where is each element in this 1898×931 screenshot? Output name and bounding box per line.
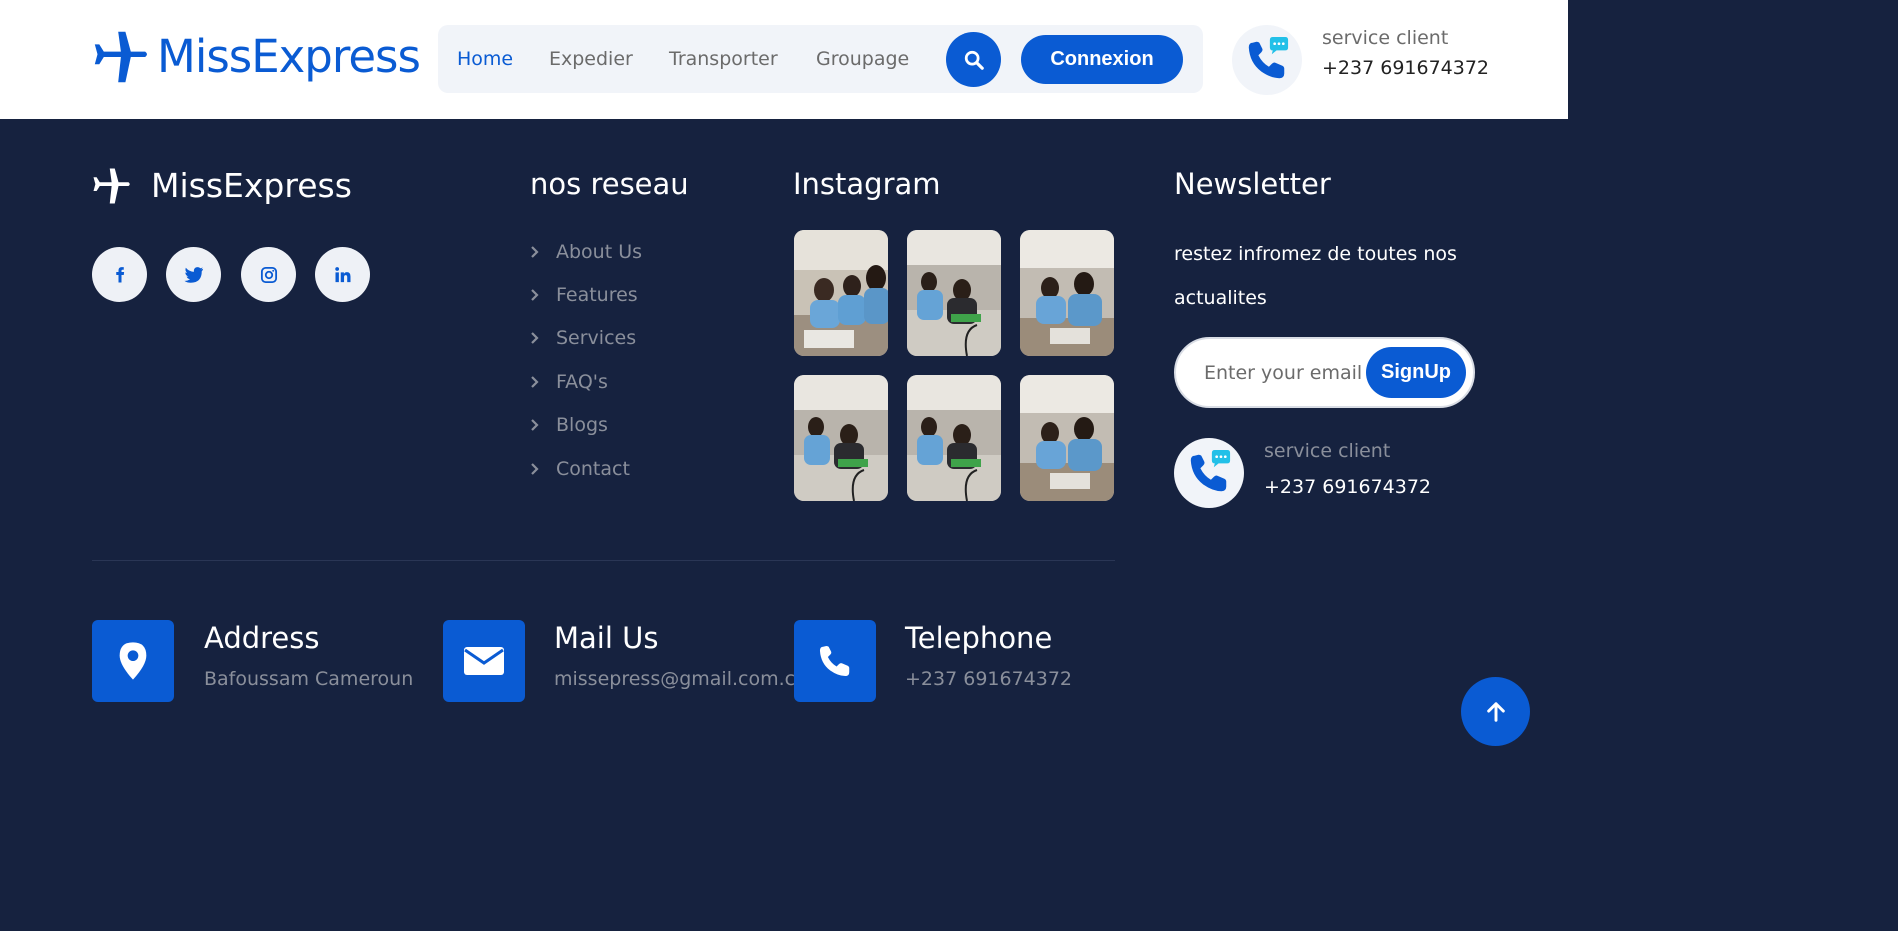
site-header: MissExpress Home Expedier Transporter Gr… xyxy=(0,0,1568,119)
main-nav: Home Expedier Transporter Groupage Conne… xyxy=(438,25,1203,93)
linkedin-button[interactable] xyxy=(315,247,370,302)
footer-link-contact[interactable]: Contact xyxy=(530,456,630,482)
footer-brand-logo[interactable]: MissExpress xyxy=(91,166,352,206)
mail-title: Mail Us xyxy=(554,621,659,655)
phone-chat-icon xyxy=(1244,37,1290,83)
instagram-icon xyxy=(260,266,277,283)
header-phone-badge xyxy=(1232,25,1302,95)
links-title: nos reseau xyxy=(530,167,689,201)
brand-name: MissExpress xyxy=(157,30,421,83)
footer-link-label: Contact xyxy=(556,458,630,480)
footer-link-features[interactable]: Features xyxy=(530,282,638,308)
search-icon xyxy=(964,50,984,70)
newsletter-title: Newsletter xyxy=(1174,167,1331,201)
telephone-title: Telephone xyxy=(905,621,1053,655)
chevron-right-icon xyxy=(531,463,539,475)
nav-transporter[interactable]: Transporter xyxy=(669,25,778,93)
footer-link-label: Blogs xyxy=(556,414,608,436)
footer-link-services[interactable]: Services xyxy=(530,325,636,351)
newsletter-form: SignUp xyxy=(1174,337,1475,408)
instagram-photo[interactable] xyxy=(794,375,888,501)
telephone-value[interactable]: +237 691674372 xyxy=(905,668,1072,690)
footer-link-faqs[interactable]: FAQ's xyxy=(530,369,608,395)
footer-link-label: About Us xyxy=(556,241,643,263)
airplane-logo-icon xyxy=(91,30,149,84)
login-button[interactable]: Connexion xyxy=(1021,35,1183,84)
footer-link-label: FAQ's xyxy=(556,371,608,393)
footer-link-label: Features xyxy=(556,284,638,306)
header-phone-number[interactable]: +237 691674372 xyxy=(1322,57,1489,79)
instagram-photo[interactable] xyxy=(907,375,1001,501)
chevron-right-icon xyxy=(531,376,539,388)
instagram-button[interactable] xyxy=(241,247,296,302)
instagram-title: Instagram xyxy=(793,167,941,201)
footer-link-about[interactable]: About Us xyxy=(530,239,642,265)
newsletter-phone-badge xyxy=(1174,438,1244,508)
twitter-button[interactable] xyxy=(166,247,221,302)
location-pin-icon xyxy=(119,642,147,680)
header-service-label: service client xyxy=(1322,27,1449,49)
chevron-right-icon xyxy=(531,289,539,301)
mail-icon-box xyxy=(443,620,525,702)
newsletter-phone-number[interactable]: +237 691674372 xyxy=(1264,476,1431,498)
address-icon-box xyxy=(92,620,174,702)
search-button[interactable] xyxy=(946,32,1001,87)
instagram-photo[interactable] xyxy=(907,230,1001,356)
footer-brand-name: MissExpress xyxy=(151,166,352,205)
newsletter-text: restez infromez de toutes nos actualites xyxy=(1174,243,1457,309)
footer-link-label: Services xyxy=(556,327,637,349)
linkedin-icon xyxy=(334,266,350,282)
footer-divider xyxy=(92,560,1115,561)
facebook-icon xyxy=(115,266,124,282)
signup-button[interactable]: SignUp xyxy=(1366,347,1466,398)
address-value: Bafoussam Cameroun xyxy=(204,668,414,690)
arrow-up-icon xyxy=(1486,701,1505,722)
chevron-right-icon xyxy=(531,419,539,431)
instagram-photo[interactable] xyxy=(1020,375,1114,501)
airplane-logo-icon xyxy=(91,167,131,205)
telephone-icon-box xyxy=(794,620,876,702)
brand-logo[interactable]: MissExpress xyxy=(91,30,421,84)
footer-link-blogs[interactable]: Blogs xyxy=(530,412,608,438)
instagram-photo[interactable] xyxy=(1020,230,1114,356)
scroll-to-top-button[interactable] xyxy=(1461,677,1530,746)
chevron-right-icon xyxy=(531,332,539,344)
nav-groupage[interactable]: Groupage xyxy=(816,25,909,93)
nav-home[interactable]: Home xyxy=(457,25,513,93)
email-field[interactable] xyxy=(1204,351,1364,395)
envelope-icon xyxy=(464,647,504,675)
phone-icon xyxy=(819,645,850,677)
instagram-photo[interactable] xyxy=(794,230,888,356)
twitter-icon xyxy=(183,266,203,283)
facebook-button[interactable] xyxy=(92,247,147,302)
phone-chat-icon xyxy=(1186,450,1232,496)
nav-expedier[interactable]: Expedier xyxy=(549,25,633,93)
chevron-right-icon xyxy=(531,246,539,258)
mail-value[interactable]: missepress@gmail.com.cc xyxy=(554,668,794,690)
newsletter-service-label: service client xyxy=(1264,440,1391,462)
address-title: Address xyxy=(204,621,320,655)
